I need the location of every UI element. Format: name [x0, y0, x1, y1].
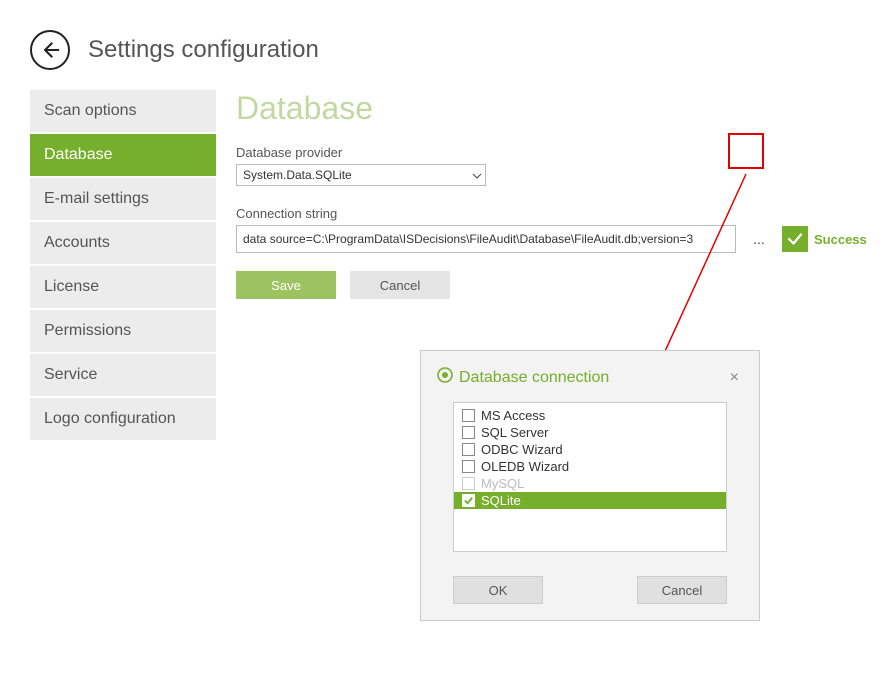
- sidebar-item-scan-options[interactable]: Scan options: [30, 90, 216, 132]
- check-icon: [782, 226, 808, 252]
- db-option-sql-server[interactable]: SQL Server: [454, 424, 726, 441]
- database-icon: [437, 367, 453, 388]
- connstr-row: ... Success: [236, 225, 886, 253]
- db-options-list: MS Access SQL Server ODBC Wizard OLEDB Wiza…: [453, 402, 727, 552]
- close-icon[interactable]: ×: [726, 369, 743, 387]
- db-option-label: SQL Server: [481, 425, 548, 440]
- success-indicator: Success: [782, 226, 867, 252]
- arrow-left-icon: [40, 40, 60, 60]
- db-option-label: ODBC Wizard: [481, 442, 563, 457]
- header: Settings configuration: [0, 0, 886, 90]
- db-connection-dialog: Database connection × MS Access SQL Serve…: [420, 350, 760, 621]
- success-label: Success: [814, 232, 867, 247]
- ok-button[interactable]: OK: [453, 576, 543, 604]
- sidebar-item-e-mail-settings[interactable]: E-mail settings: [30, 178, 216, 220]
- db-option-sqlite[interactable]: SQLite: [454, 492, 726, 509]
- dialog-title: Database connection: [459, 369, 609, 387]
- checkbox-icon: [462, 460, 475, 473]
- sidebar: Scan optionsDatabaseE-mail settingsAccou…: [30, 90, 216, 442]
- checkbox-icon: [462, 409, 475, 422]
- db-option-odbc-wizard[interactable]: ODBC Wizard: [454, 441, 726, 458]
- browse-button[interactable]: ...: [746, 225, 772, 253]
- sidebar-item-permissions[interactable]: Permissions: [30, 310, 216, 352]
- sidebar-item-accounts[interactable]: Accounts: [30, 222, 216, 264]
- main-title: Database: [236, 90, 886, 127]
- db-option-label: MySQL: [481, 476, 524, 491]
- page-title: Settings configuration: [88, 36, 319, 64]
- sidebar-item-service[interactable]: Service: [30, 354, 216, 396]
- checkbox-icon: [462, 443, 475, 456]
- provider-select-wrap: [236, 164, 486, 186]
- checkbox-icon: [462, 494, 475, 507]
- dialog-header: Database connection ×: [437, 367, 743, 388]
- db-option-label: OLEDB Wizard: [481, 459, 569, 474]
- dialog-cancel-button[interactable]: Cancel: [637, 576, 727, 604]
- db-option-label: SQLite: [481, 493, 521, 508]
- save-button[interactable]: Save: [236, 271, 336, 299]
- button-row: Save Cancel: [236, 271, 886, 299]
- db-option-mysql: MySQL: [454, 475, 726, 492]
- provider-label: Database provider: [236, 145, 886, 160]
- checkbox-icon: [462, 426, 475, 439]
- dialog-title-wrap: Database connection: [437, 367, 609, 388]
- dialog-button-row: OK Cancel: [437, 576, 743, 604]
- connstr-label: Connection string: [236, 206, 886, 221]
- db-option-label: MS Access: [481, 408, 545, 423]
- sidebar-item-logo-configuration[interactable]: Logo configuration: [30, 398, 216, 440]
- provider-select[interactable]: [236, 164, 486, 186]
- db-option-oledb-wizard[interactable]: OLEDB Wizard: [454, 458, 726, 475]
- db-option-ms-access[interactable]: MS Access: [454, 407, 726, 424]
- back-button[interactable]: [30, 30, 70, 70]
- sidebar-item-license[interactable]: License: [30, 266, 216, 308]
- connstr-input[interactable]: [236, 225, 736, 253]
- sidebar-item-database[interactable]: Database: [30, 134, 216, 176]
- checkbox-icon: [462, 477, 475, 490]
- cancel-button[interactable]: Cancel: [350, 271, 450, 299]
